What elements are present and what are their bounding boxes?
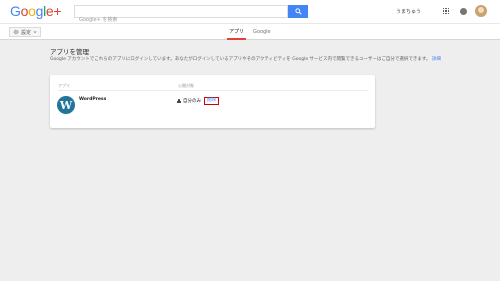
- page-title: アプリを管理: [50, 48, 89, 56]
- delete-button[interactable]: 削除: [204, 97, 219, 105]
- apps-grid-icon[interactable]: [443, 8, 449, 14]
- notifications-icon[interactable]: [460, 8, 467, 15]
- top-bar: Google+ うまちゅう: [0, 0, 500, 26]
- page-description: Google アカウントでこれらのアプリにログインしています。あなたがログインし…: [50, 56, 441, 62]
- column-header-audience: 公開対象: [178, 83, 194, 88]
- logo-letter: o: [20, 3, 29, 19]
- description-text: Google アカウントでこれらのアプリにログインしています。あなたがログインし…: [50, 57, 431, 62]
- audience-value[interactable]: 自分のみ: [183, 98, 201, 104]
- sub-navigation-bar: 設定 アプリ Google: [0, 23, 500, 40]
- wordpress-logo-icon: W: [57, 96, 75, 114]
- column-header-app: アプリ: [58, 83, 70, 88]
- gear-icon: [13, 29, 19, 35]
- logo-letter: o: [28, 3, 36, 19]
- settings-label: 設定: [21, 29, 32, 36]
- chevron-down-icon: [33, 31, 37, 34]
- app-name[interactable]: WordPress: [79, 97, 106, 102]
- audience-setting: 自分のみ 削除: [177, 97, 219, 105]
- search-box[interactable]: [74, 5, 288, 26]
- tab-apps[interactable]: アプリ: [227, 24, 247, 40]
- divider: [58, 90, 368, 91]
- user-name[interactable]: うまちゅう: [396, 8, 421, 15]
- apps-card: アプリ 公開対象 W WordPress 自分のみ 削除: [50, 75, 375, 128]
- search-icon: [294, 8, 302, 15]
- search-button[interactable]: [288, 5, 308, 18]
- logo-letter: g: [35, 3, 44, 19]
- logo-letter: +: [53, 3, 62, 19]
- details-link[interactable]: 詳細: [432, 57, 441, 62]
- logo-letter: G: [10, 3, 21, 19]
- lock-icon: [177, 98, 181, 104]
- settings-button[interactable]: 設定: [9, 27, 42, 37]
- google-plus-logo[interactable]: Google+: [10, 3, 62, 19]
- avatar[interactable]: [475, 5, 487, 17]
- tab-google[interactable]: Google: [253, 24, 271, 40]
